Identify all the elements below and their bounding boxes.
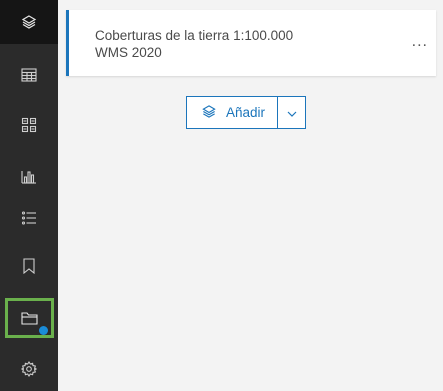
add-button-label: Añadir — [226, 105, 266, 120]
bar-chart-icon — [21, 168, 37, 184]
notification-dot — [39, 326, 48, 335]
gear-icon — [21, 361, 37, 377]
bookmark-icon — [22, 258, 36, 274]
sidebar-item-legend[interactable] — [0, 196, 58, 240]
sidebar-item-bookmarks[interactable] — [0, 244, 58, 288]
table-icon — [21, 68, 37, 82]
folder-icon — [20, 310, 39, 326]
add-dropdown-button[interactable] — [278, 97, 305, 128]
list-icon — [21, 210, 37, 226]
chevron-down-icon — [287, 104, 297, 122]
sidebar-item-table[interactable] — [0, 53, 58, 97]
sidebar-item-widgets[interactable] — [0, 103, 58, 147]
layer-item[interactable]: Coberturas de la tierra 1:100.000 WMS 20… — [66, 10, 436, 76]
add-data-button-group: Añadir — [186, 96, 307, 129]
layers-icon — [201, 104, 217, 122]
layers-icon — [21, 14, 37, 30]
layer-title: Coberturas de la tierra 1:100.000 WMS 20… — [95, 27, 395, 61]
layer-options-button[interactable]: ... — [412, 34, 428, 50]
sidebar — [0, 0, 58, 391]
add-button[interactable]: Añadir — [187, 97, 279, 128]
sidebar-item-settings[interactable] — [0, 347, 58, 391]
sidebar-item-charts[interactable] — [0, 154, 58, 198]
sidebar-item-add-data[interactable] — [5, 298, 54, 338]
sidebar-item-layers[interactable] — [0, 0, 58, 44]
main-panel: Coberturas de la tierra 1:100.000 WMS 20… — [58, 0, 443, 391]
layer-title-line2: WMS 2020 — [95, 45, 162, 60]
grid-icon — [21, 117, 37, 133]
layer-title-line1: Coberturas de la tierra 1:100.000 — [95, 28, 294, 43]
